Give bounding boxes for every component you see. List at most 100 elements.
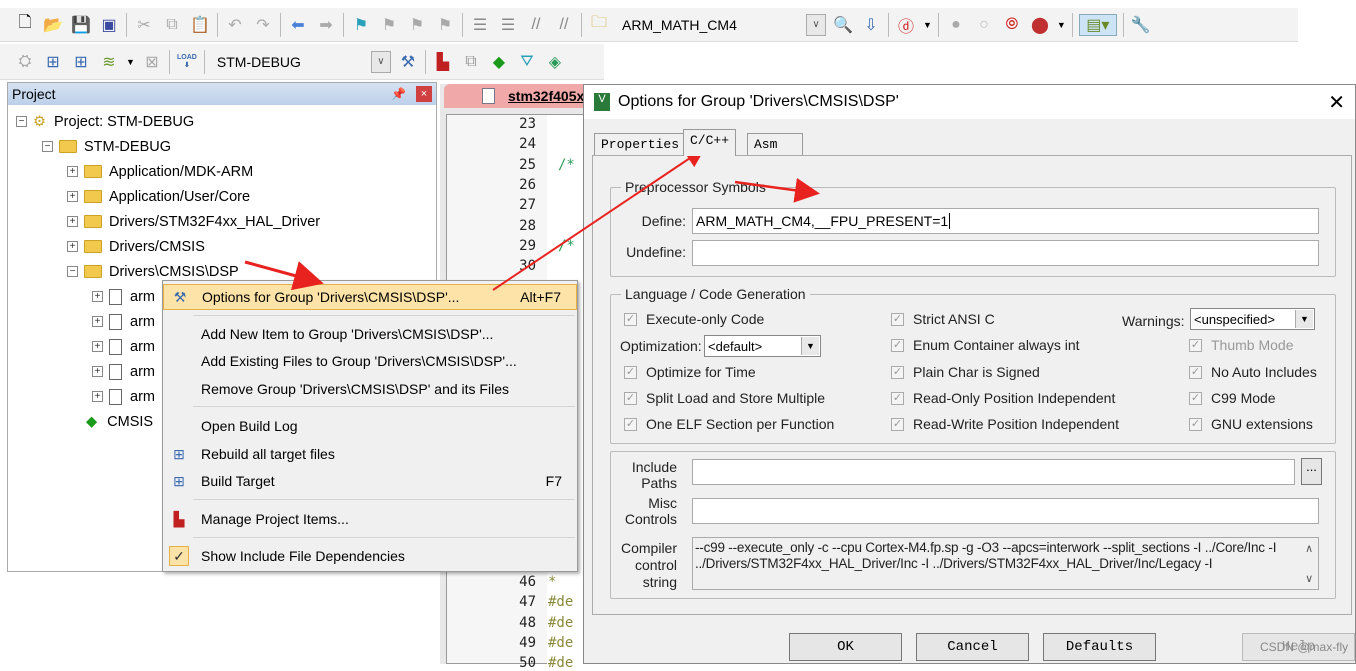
- expand-icon[interactable]: +: [92, 291, 103, 302]
- prev-bookmark-icon[interactable]: ⚑: [378, 14, 400, 36]
- misc-controls-input[interactable]: [692, 498, 1319, 524]
- menu-item-remove-group[interactable]: Remove Group 'Drivers\CMSIS\DSP' and its…: [163, 376, 577, 402]
- scroll-down-icon[interactable]: ∨: [1305, 571, 1313, 587]
- window-layout-icon[interactable]: ▤▾: [1078, 13, 1117, 36]
- tab-properties[interactable]: Properties: [594, 133, 687, 155]
- gnu-extensions-checkbox[interactable]: ✓ GNU extensions: [1189, 416, 1313, 432]
- select-packs-icon[interactable]: ⧉: [460, 51, 482, 73]
- tree-item-group[interactable]: + Application/MDK-ARM: [67, 159, 253, 184]
- dropdown-arrow-icon[interactable]: ▼: [126, 57, 135, 67]
- incremental-find-icon[interactable]: ⇩: [860, 14, 882, 36]
- one-elf-checkbox[interactable]: ✓ One ELF Section per Function: [624, 416, 834, 432]
- find-icon[interactable]: 🔍: [832, 14, 854, 36]
- browse-button[interactable]: ...: [1301, 458, 1322, 485]
- warnings-select[interactable]: <unspecified> ▼: [1190, 308, 1315, 330]
- find-in-files-icon[interactable]: 🗀: [588, 14, 610, 36]
- define-input[interactable]: ARM_MATH_CM4,__FPU_PRESENT=1: [692, 208, 1319, 234]
- forward-arrow-icon[interactable]: ➡: [315, 14, 337, 36]
- optimization-select[interactable]: <default> ▼: [704, 335, 821, 357]
- find-combo[interactable]: ARM_MATH_CM4 ∨: [616, 13, 826, 37]
- expand-icon[interactable]: +: [92, 366, 103, 377]
- new-file-icon[interactable]: 🗋: [14, 14, 36, 36]
- scroll-up-icon[interactable]: ∧: [1305, 541, 1313, 557]
- redo-icon[interactable]: ↷: [252, 14, 274, 36]
- download-load-icon[interactable]: LOAD ⬇: [176, 51, 198, 73]
- menu-item-build-target[interactable]: ⊞ Build Target F7: [163, 468, 577, 494]
- dropdown-arrow-icon[interactable]: ▼: [1057, 20, 1066, 30]
- strict-ansi-checkbox[interactable]: ✓ Strict ANSI C: [891, 311, 995, 327]
- ok-button[interactable]: OK: [789, 633, 902, 661]
- bookmark-flag-icon[interactable]: ⚑: [350, 14, 372, 36]
- expand-icon[interactable]: +: [67, 166, 78, 177]
- dropdown-arrow-icon[interactable]: ▼: [1295, 310, 1313, 328]
- open-folder-icon[interactable]: 📂: [42, 14, 64, 36]
- c99-mode-checkbox[interactable]: ✓ C99 Mode: [1189, 390, 1276, 406]
- menu-item-rebuild[interactable]: ⊞ Rebuild all target files: [163, 441, 577, 467]
- indent-icon[interactable]: ☰: [469, 14, 491, 36]
- plain-char-checkbox[interactable]: ✓ Plain Char is Signed: [891, 364, 1040, 380]
- translate-icon[interactable]: ⛭: [14, 51, 36, 73]
- expand-icon[interactable]: +: [92, 341, 103, 352]
- tree-item-group[interactable]: + Drivers/CMSIS: [67, 234, 205, 259]
- pin-icon[interactable]: 📌: [391, 87, 406, 101]
- collapse-icon[interactable]: −: [16, 116, 27, 127]
- tab-asm[interactable]: Asm: [747, 133, 803, 155]
- tree-item-cmsis[interactable]: ◆ CMSIS: [86, 409, 153, 434]
- save-all-icon[interactable]: ▣: [98, 14, 120, 36]
- comment-icon[interactable]: //: [525, 14, 547, 36]
- tree-item-file[interactable]: + arm: [92, 309, 155, 334]
- defaults-button[interactable]: Defaults: [1043, 633, 1156, 661]
- undefine-input[interactable]: [692, 240, 1319, 266]
- copy-icon[interactable]: ⧉: [161, 14, 183, 36]
- optimize-time-checkbox[interactable]: ✓ Optimize for Time: [624, 364, 756, 380]
- menu-item-add-existing-files[interactable]: Add Existing Files to Group 'Drivers\CMS…: [163, 348, 577, 374]
- close-icon[interactable]: ×: [416, 86, 432, 102]
- back-arrow-icon[interactable]: ⬅: [287, 14, 309, 36]
- expand-icon[interactable]: +: [67, 241, 78, 252]
- undo-icon[interactable]: ↶: [224, 14, 246, 36]
- unindent-icon[interactable]: ☰: [497, 14, 519, 36]
- uncomment-icon[interactable]: //: [553, 14, 575, 36]
- manage-rte-icon[interactable]: ◆: [488, 51, 510, 73]
- batch-build-icon[interactable]: ≋: [98, 51, 120, 73]
- breakpoint-icon[interactable]: ●: [945, 14, 967, 36]
- chevron-down-icon[interactable]: ∨: [370, 50, 391, 73]
- include-paths-input[interactable]: [692, 459, 1295, 485]
- expand-icon[interactable]: +: [67, 216, 78, 227]
- configure-wrench-icon[interactable]: 🔧: [1130, 14, 1152, 36]
- tree-item-target[interactable]: − STM-DEBUG: [42, 134, 171, 159]
- split-load-checkbox[interactable]: ✓ Split Load and Store Multiple: [624, 390, 825, 406]
- rwpi-checkbox[interactable]: ✓ Read-Write Position Independent: [891, 416, 1119, 432]
- tree-item-file[interactable]: + arm: [92, 359, 155, 384]
- cancel-button[interactable]: Cancel: [916, 633, 1029, 661]
- tree-item-group[interactable]: + Application/User/Core: [67, 184, 250, 209]
- menu-item-show-include-deps[interactable]: ✓ Show Include File Dependencies: [163, 543, 577, 569]
- expand-icon[interactable]: +: [92, 391, 103, 402]
- clear-bookmarks-icon[interactable]: ⚑: [434, 14, 456, 36]
- disable-breakpoint-icon[interactable]: ○: [973, 14, 995, 36]
- expand-icon[interactable]: +: [67, 191, 78, 202]
- paste-icon[interactable]: 📋: [189, 14, 211, 36]
- rebuild-icon[interactable]: ⊞: [70, 51, 92, 73]
- save-icon[interactable]: 💾: [70, 14, 92, 36]
- menu-item-add-new-item[interactable]: Add New Item to Group 'Drivers\CMSIS\DSP…: [163, 321, 577, 347]
- disable-all-breakpoints-icon[interactable]: ⦾: [1001, 14, 1023, 36]
- stop-build-icon[interactable]: ⊠: [141, 51, 163, 73]
- tree-item-file[interactable]: + arm: [92, 284, 155, 309]
- debug-session-icon[interactable]: ⓓ: [895, 14, 917, 36]
- execute-only-checkbox[interactable]: ✓ Execute-only Code: [624, 311, 764, 327]
- dropdown-arrow-icon[interactable]: ▼: [923, 20, 932, 30]
- menu-item-options-for-group[interactable]: ⚒ Options for Group 'Drivers\CMSIS\DSP'..…: [163, 284, 577, 310]
- dropdown-arrow-icon[interactable]: ▼: [801, 337, 819, 355]
- options-for-target-icon[interactable]: ⚒: [397, 51, 419, 73]
- tree-item-project[interactable]: − ⚙ Project: STM-DEBUG: [16, 109, 194, 134]
- collapse-icon[interactable]: −: [42, 141, 53, 152]
- menu-item-manage-project-items[interactable]: ▙ Manage Project Items...: [163, 506, 577, 532]
- tree-item-group[interactable]: + Drivers/STM32F4xx_HAL_Driver: [67, 209, 320, 234]
- manage-project-items-icon[interactable]: ▙: [432, 51, 454, 73]
- tree-item-file[interactable]: + arm: [92, 334, 155, 359]
- pack-installer-icon[interactable]: ⛛: [516, 51, 538, 73]
- enum-int-checkbox[interactable]: ✓ Enum Container always int: [891, 337, 1080, 353]
- tree-item-file[interactable]: + arm: [92, 384, 155, 409]
- tab-cpp[interactable]: C/C++: [683, 129, 737, 156]
